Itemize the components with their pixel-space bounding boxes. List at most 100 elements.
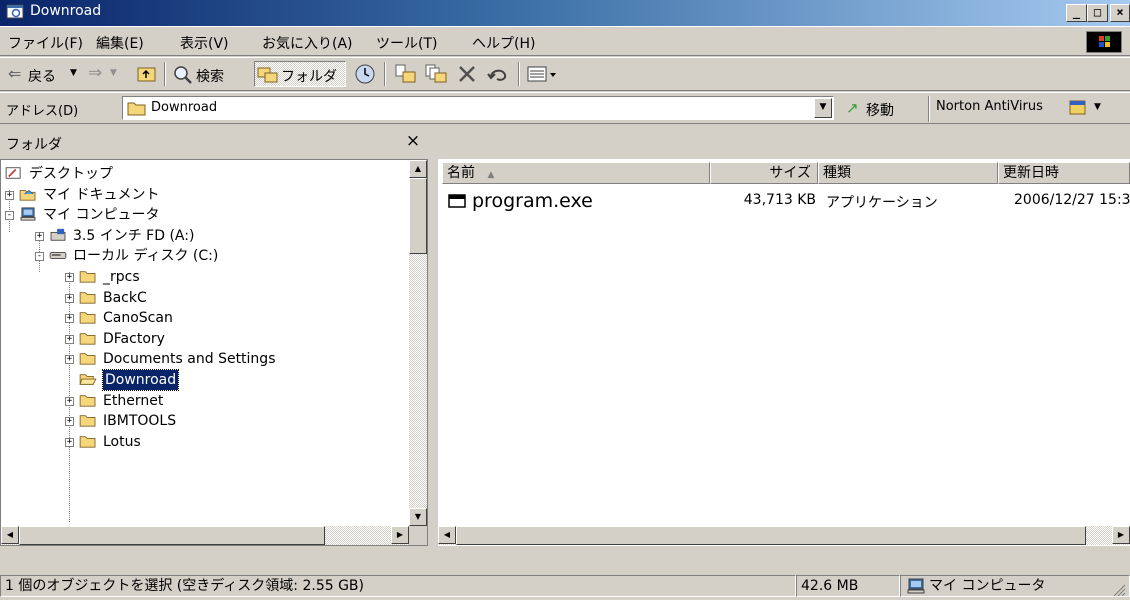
norton-dropdown-icon[interactable]: ▼ bbox=[1094, 102, 1101, 112]
scroll-left-button[interactable]: ◀ bbox=[1, 526, 19, 544]
tree-item-label: Lotus bbox=[103, 434, 141, 450]
tree-item[interactable]: + BackC bbox=[1, 288, 409, 308]
scroll-down-button[interactable]: ▼ bbox=[409, 508, 427, 526]
tree-item[interactable]: デスクトップ bbox=[1, 164, 409, 184]
history-button[interactable] bbox=[352, 61, 378, 87]
tree-item[interactable]: Downroad bbox=[1, 369, 409, 391]
my-documents-icon bbox=[19, 189, 36, 201]
go-button[interactable]: ↗ 移動 bbox=[842, 97, 928, 121]
folder-icon bbox=[79, 292, 96, 304]
tree-item[interactable]: + IBMTOOLS bbox=[1, 411, 409, 431]
folder-icon bbox=[79, 415, 96, 427]
up-folder-button[interactable] bbox=[136, 63, 158, 85]
table-row[interactable]: program.exe 43,713 KB アプリケーション 2006/12/2… bbox=[444, 190, 1130, 212]
expand-icon[interactable]: + bbox=[35, 232, 44, 241]
norton-antivirus-label[interactable]: Norton AntiVirus bbox=[936, 99, 1043, 114]
scroll-left-button[interactable]: ◀ bbox=[438, 526, 456, 544]
close-button[interactable]: × bbox=[1110, 4, 1130, 22]
tree-item-label: Documents and Settings bbox=[103, 351, 276, 367]
tree-item[interactable]: + _rpcs bbox=[1, 267, 409, 287]
tree-item[interactable]: + Lotus bbox=[1, 432, 409, 452]
expand-icon[interactable]: + bbox=[65, 355, 74, 364]
arrow-up-icon: ▲ bbox=[414, 164, 422, 173]
address-dropdown-button[interactable]: ▼ bbox=[814, 98, 832, 118]
expand-icon[interactable]: + bbox=[65, 314, 74, 323]
tree-item[interactable]: - マイ コンピュータ bbox=[1, 205, 409, 225]
scroll-thumb[interactable] bbox=[409, 178, 427, 254]
copy-to-icon bbox=[425, 64, 447, 83]
folder-icon bbox=[79, 353, 96, 365]
column-header-name[interactable]: 名前 ▲ bbox=[442, 162, 710, 184]
expand-icon[interactable]: + bbox=[65, 273, 74, 282]
pane-splitter[interactable] bbox=[428, 159, 438, 546]
scroll-up-button[interactable]: ▲ bbox=[409, 160, 427, 178]
status-selection: 1 個のオブジェクトを選択 (空きディスク領域: 2.55 GB) bbox=[0, 575, 796, 597]
expand-icon[interactable]: + bbox=[65, 397, 74, 406]
search-button[interactable]: 検索 bbox=[172, 62, 250, 88]
menu-favorites[interactable]: お気に入り(A) bbox=[262, 33, 353, 53]
expand-icon[interactable]: + bbox=[5, 191, 14, 200]
move-to-button[interactable] bbox=[394, 63, 418, 85]
scroll-right-button[interactable]: ▶ bbox=[391, 526, 409, 544]
column-header-modified[interactable]: 更新日時 bbox=[998, 162, 1130, 184]
column-header-type[interactable]: 種類 bbox=[818, 162, 998, 184]
go-arrow-icon: ↗ bbox=[846, 99, 859, 117]
file-list[interactable] bbox=[438, 159, 1130, 546]
my-computer-icon bbox=[20, 207, 36, 221]
application-icon bbox=[448, 194, 466, 208]
address-input[interactable]: Downroad bbox=[122, 96, 834, 120]
folder-icon bbox=[127, 102, 146, 116]
folder-pane-close-button[interactable]: × bbox=[404, 131, 422, 151]
resize-grip-icon bbox=[1113, 584, 1126, 597]
expand-icon[interactable]: + bbox=[65, 417, 74, 426]
tree-item[interactable]: - ローカル ディスク (C:) bbox=[1, 246, 409, 266]
resize-grip[interactable] bbox=[1110, 582, 1126, 597]
views-button[interactable] bbox=[526, 63, 560, 85]
my-computer-icon bbox=[907, 578, 925, 594]
copy-to-button[interactable] bbox=[424, 63, 448, 85]
expand-icon[interactable]: + bbox=[65, 438, 74, 447]
up-folder-icon bbox=[137, 67, 156, 82]
file-type: アプリケーション bbox=[826, 195, 938, 211]
folder-icon bbox=[79, 395, 96, 407]
folders-button[interactable]: フォルダ bbox=[254, 61, 346, 87]
menu-view[interactable]: 表示(V) bbox=[180, 33, 229, 53]
tree-item[interactable]: + DFactory bbox=[1, 329, 409, 349]
arrow-down-icon: ▼ bbox=[414, 512, 422, 521]
scroll-thumb[interactable] bbox=[19, 526, 325, 545]
tree-item[interactable]: + Documents and Settings bbox=[1, 349, 409, 369]
norton-button[interactable] bbox=[1068, 98, 1088, 118]
tree-item-label: デスクトップ bbox=[29, 166, 113, 182]
folder-tree[interactable]: デスクトップ + マイ ドキュメント - マイ コンピュータ +3.5 インチ FD (A… bbox=[0, 159, 428, 546]
folder-icon bbox=[79, 333, 96, 345]
collapse-icon[interactable]: - bbox=[35, 252, 44, 261]
file-modified: 2006/12/27 15:3 bbox=[1014, 192, 1130, 208]
delete-button[interactable] bbox=[456, 63, 478, 85]
tree-item[interactable]: + マイ ドキュメント bbox=[1, 185, 409, 205]
menu-file[interactable]: ファイル(F) bbox=[8, 33, 83, 53]
maximize-button[interactable]: □ bbox=[1087, 4, 1108, 22]
menu-help[interactable]: ヘルプ(H) bbox=[472, 33, 535, 53]
undo-button[interactable] bbox=[486, 63, 510, 85]
explorer-window-icon[interactable] bbox=[6, 4, 24, 20]
tree-item[interactable]: + Ethernet bbox=[1, 391, 409, 411]
collapse-icon[interactable]: - bbox=[5, 211, 14, 220]
column-header-size[interactable]: サイズ bbox=[710, 162, 818, 184]
expand-icon[interactable]: + bbox=[65, 335, 74, 344]
back-label: 戻る bbox=[28, 69, 56, 85]
scroll-right-button[interactable]: ▶ bbox=[1112, 526, 1130, 544]
forward-arrow-icon: ⇒ bbox=[88, 63, 103, 83]
title-bar[interactable] bbox=[0, 0, 1130, 26]
tree-item[interactable]: +3.5 インチ FD (A:) bbox=[1, 226, 409, 246]
back-button[interactable]: ⇐ 戻る ▼ ⇒ ▼ bbox=[6, 60, 136, 88]
delete-icon bbox=[459, 66, 475, 82]
toolbar-separator bbox=[164, 62, 166, 86]
menu-tools[interactable]: ツール(T) bbox=[376, 33, 437, 53]
windows-flag-icon bbox=[1099, 36, 1110, 47]
minimize-button[interactable]: _ bbox=[1066, 4, 1087, 22]
tree-item[interactable]: + CanoScan bbox=[1, 308, 409, 328]
folder-pane-title: フォルダ bbox=[6, 137, 62, 153]
expand-icon[interactable]: + bbox=[65, 294, 74, 303]
menu-edit[interactable]: 編集(E) bbox=[96, 33, 144, 53]
scroll-thumb[interactable] bbox=[456, 526, 1086, 545]
